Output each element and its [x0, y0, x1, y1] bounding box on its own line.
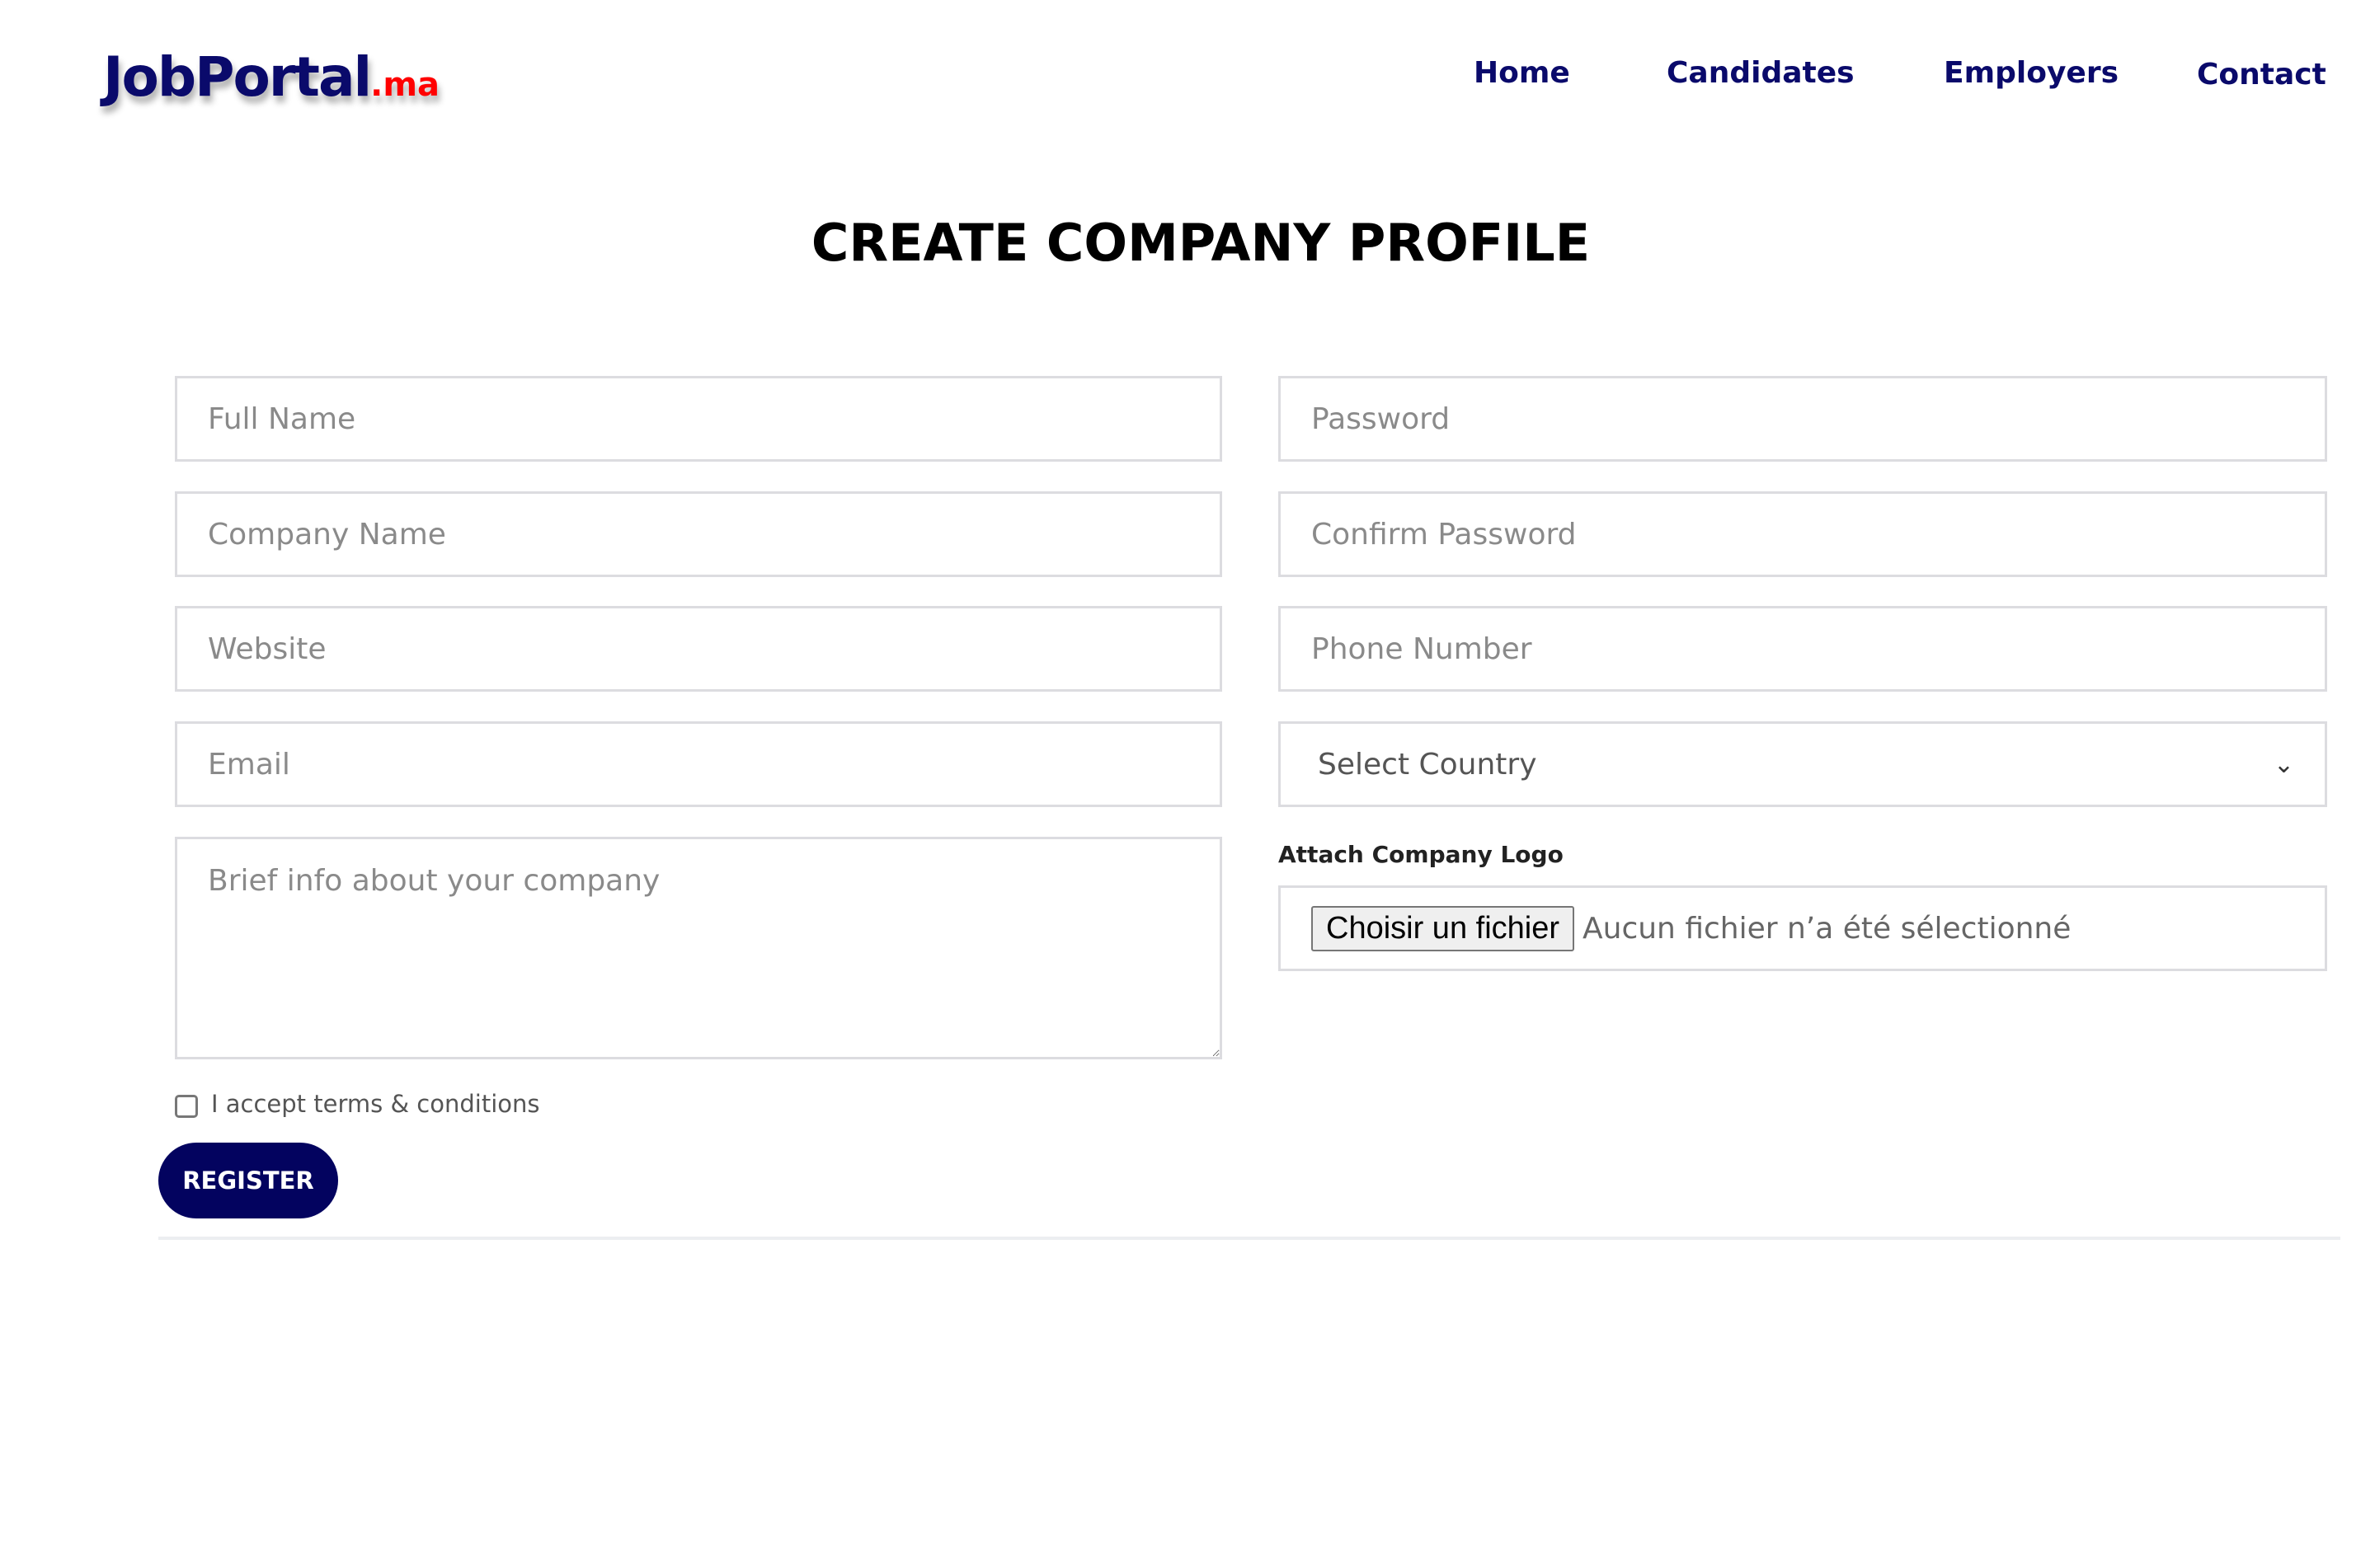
logo[interactable]: JobPortal.ma [103, 45, 440, 109]
logo-name: JobPortal [103, 45, 372, 109]
register-button[interactable]: REGISTER [158, 1143, 338, 1218]
logo-tld: .ma [370, 66, 440, 104]
logo-upload-label: Attach Company Logo [1278, 841, 1564, 868]
country-select-value: Select Country [1318, 747, 1537, 782]
logo-file-input: Choisir un fichier Aucun fichier n’a été… [1278, 885, 2327, 971]
terms-label[interactable]: I accept terms & conditions [211, 1090, 540, 1118]
terms-checkbox[interactable] [175, 1095, 198, 1118]
nav-candidates[interactable]: Candidates [1667, 56, 1855, 90]
company-name-input[interactable] [175, 491, 1222, 577]
website-input[interactable] [175, 606, 1222, 692]
file-status: Aucun fichier n’a été sélectionné [1583, 911, 2072, 946]
divider [158, 1237, 2340, 1240]
page-title: CREATE COMPANY PROFILE [811, 213, 1591, 273]
confirm-password-input[interactable] [1278, 491, 2327, 577]
phone-input[interactable] [1278, 606, 2327, 692]
email-input[interactable] [175, 721, 1222, 807]
choose-file-button[interactable]: Choisir un fichier [1311, 905, 1574, 951]
chevron-down-icon: ⌄ [2273, 749, 2294, 779]
country-select[interactable]: Select Country ⌄ [1278, 721, 2327, 807]
nav-home[interactable]: Home [1474, 56, 1570, 90]
nav-contact[interactable]: Contact [2197, 58, 2326, 92]
company-info-textarea[interactable] [175, 837, 1222, 1059]
full-name-input[interactable] [175, 376, 1222, 462]
nav-employers[interactable]: Employers [1944, 56, 2119, 90]
password-input[interactable] [1278, 376, 2327, 462]
